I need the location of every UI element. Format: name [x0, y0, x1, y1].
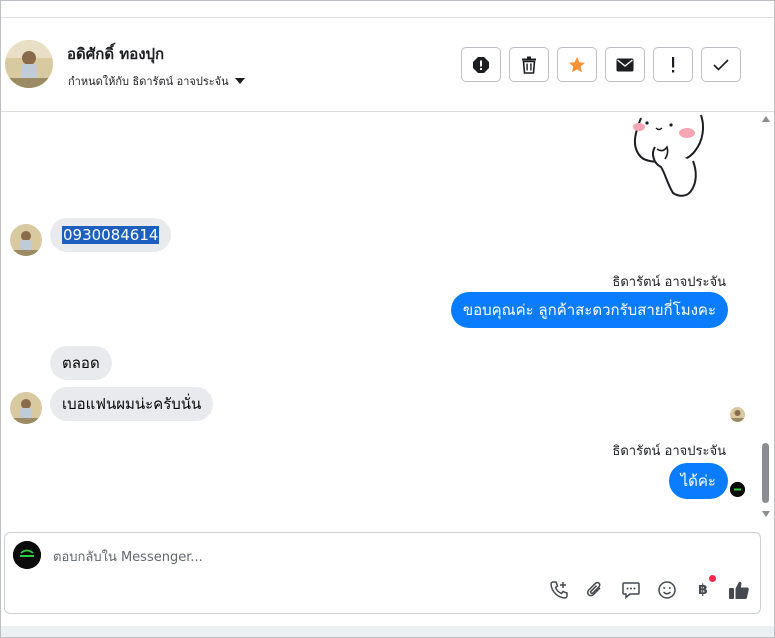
follow-up-button[interactable]	[653, 47, 693, 82]
scrollbar-thumb[interactable]	[762, 443, 769, 503]
call-add-button[interactable]	[548, 579, 570, 601]
like-icon	[729, 581, 749, 599]
trash-icon	[522, 56, 536, 74]
incoming-message[interactable]: ตลอด	[50, 346, 112, 380]
incoming-message-phone[interactable]: 0930084614	[50, 218, 172, 252]
delete-button[interactable]	[509, 47, 549, 82]
emoji-icon	[658, 581, 676, 599]
phone-add-icon	[550, 581, 568, 599]
mark-done-button[interactable]	[701, 47, 741, 82]
paperclip-icon	[586, 581, 601, 597]
page-avatar	[13, 541, 41, 569]
scroll-up-arrow-icon[interactable]	[762, 116, 770, 122]
baht-icon: ฿	[698, 582, 708, 598]
scroll-down-arrow-icon[interactable]	[762, 511, 770, 517]
sender-name: ธิดารัตน์ อาจประจัน	[612, 444, 726, 459]
thread-scrollbar[interactable]	[759, 113, 773, 520]
reply-composer: ฿	[4, 532, 761, 614]
contact-avatar-small	[10, 392, 42, 424]
composer-tools: ฿	[548, 575, 750, 601]
page-read-receipt-avatar	[730, 482, 745, 497]
contact-name: อดิศักดิ์ ทองปุก	[67, 45, 165, 63]
selected-phone-number[interactable]: 0930084614	[62, 226, 160, 244]
read-receipt-avatar	[730, 407, 745, 422]
check-icon	[713, 58, 729, 71]
exclamation-icon	[672, 56, 675, 72]
outgoing-message[interactable]: ได้ค่ะ	[668, 463, 728, 499]
notification-dot	[709, 575, 716, 582]
star-icon	[569, 56, 585, 72]
mark-spam-button[interactable]	[461, 47, 501, 82]
assignee-dropdown[interactable]: กำหนดให้กับ ธิดารัตน์ อาจประจัน	[68, 72, 245, 90]
saved-reply-icon	[622, 582, 640, 600]
payment-button[interactable]: ฿	[692, 575, 716, 601]
attach-button[interactable]	[584, 579, 606, 601]
header-actions	[461, 47, 741, 82]
spam-icon	[473, 56, 489, 73]
conversation-header: อดิศักดิ์ ทองปุก กำหนดให้กับ ธิดารัตน์ อ…	[1, 18, 774, 112]
bottom-strip	[1, 626, 774, 637]
star-button[interactable]	[557, 47, 597, 82]
top-strip	[1, 1, 774, 18]
reply-input[interactable]	[53, 547, 653, 567]
sender-name: ธิดารัตน์ อาจประจัน	[612, 275, 726, 290]
contact-avatar-small	[10, 224, 42, 256]
incoming-message[interactable]: เบอแฟนผมน่ะครับนั่น	[50, 387, 214, 421]
outgoing-message[interactable]: ขอบคุณค่ะ ลูกค้าสะดวกรับสายกี่โมงคะ	[450, 292, 728, 328]
message-thread[interactable]: 0930084614 ธิดารัตน์ อาจประจัน ขอบคุณค่ะ…	[1, 113, 774, 520]
mark-unread-button[interactable]	[605, 47, 645, 82]
saved-replies-button[interactable]	[620, 579, 642, 601]
mail-icon	[616, 58, 634, 71]
sticker-image	[633, 114, 704, 197]
like-button[interactable]	[728, 579, 750, 601]
caret-down-icon[interactable]	[234, 78, 245, 84]
emoji-button[interactable]	[656, 579, 678, 601]
assignee-label: กำหนดให้กับ ธิดารัตน์ อาจประจัน	[68, 75, 229, 88]
contact-avatar[interactable]	[5, 40, 53, 88]
